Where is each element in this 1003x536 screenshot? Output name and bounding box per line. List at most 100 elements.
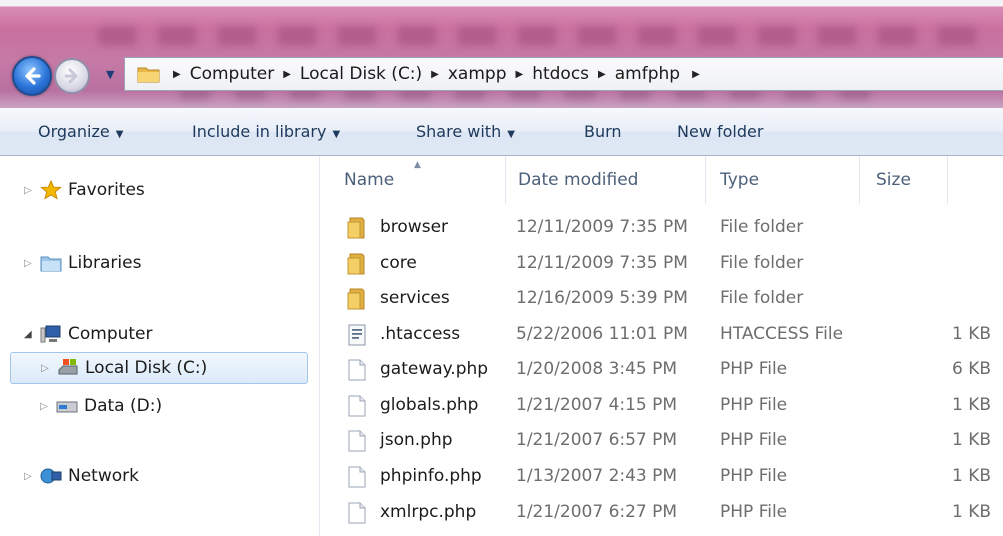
new-folder-button[interactable]: New folder bbox=[677, 122, 763, 141]
expand-triangle-icon[interactable]: ▷ bbox=[24, 471, 40, 482]
document-icon bbox=[346, 501, 368, 525]
back-arrow-icon bbox=[25, 67, 41, 85]
breadcrumb-item-xampp[interactable]: ▶ xampp bbox=[422, 64, 506, 84]
file-type: File folder bbox=[720, 217, 804, 237]
table-row[interactable]: gateway.php 1/20/2008 3:45 PM PHP File 6 KB bbox=[320, 353, 1003, 387]
expand-triangle-icon[interactable]: ▷ bbox=[41, 363, 57, 374]
file-size: 1 KB bbox=[951, 502, 991, 522]
file-date-modified: 5/22/2006 11:01 PM bbox=[516, 324, 688, 344]
column-header-name[interactable]: Name bbox=[320, 156, 506, 204]
window-titlebar bbox=[0, 0, 1003, 108]
address-bar[interactable]: ▶ Computer ▶ Local Disk (C:) ▶ xampp ▶ h… bbox=[124, 57, 1003, 91]
breadcrumb-item-amfphp[interactable]: ▶ amfphp ▶ bbox=[589, 64, 709, 84]
document-icon bbox=[346, 465, 368, 489]
nav-item-favorites[interactable]: ▷ Favorites bbox=[24, 174, 145, 206]
file-date-modified: 1/21/2007 4:15 PM bbox=[516, 395, 678, 415]
breadcrumb-chevron-icon[interactable]: ▶ bbox=[598, 69, 606, 80]
column-header-date-modified[interactable]: Date modified bbox=[506, 156, 706, 204]
breadcrumb-chevron-icon[interactable]: ▶ bbox=[283, 69, 291, 80]
expand-triangle-icon[interactable]: ▷ bbox=[24, 258, 40, 269]
breadcrumb-chevron-icon[interactable]: ▶ bbox=[431, 69, 439, 80]
file-type: PHP File bbox=[720, 502, 788, 522]
burn-button[interactable]: Burn bbox=[584, 122, 622, 141]
file-size: 1 KB bbox=[951, 324, 991, 344]
file-size: 1 KB bbox=[951, 430, 991, 450]
include-in-library-button[interactable]: Include in library ▼ bbox=[192, 122, 340, 141]
expand-triangle-icon[interactable]: ▷ bbox=[40, 401, 56, 412]
file-date-modified: 12/11/2009 7:35 PM bbox=[516, 217, 688, 237]
nav-item-data-disk[interactable]: ▷ Data (D:) bbox=[40, 390, 162, 422]
command-toolbar: Organize ▼ Include in library ▼ Share with… bbox=[0, 108, 1003, 156]
collapse-triangle-icon[interactable]: ◢ bbox=[24, 329, 40, 340]
file-size: 6 KB bbox=[951, 359, 991, 379]
breadcrumb-chevron-icon[interactable]: ▶ bbox=[692, 69, 700, 80]
file-name[interactable]: browser bbox=[380, 217, 448, 237]
file-list: Name Date modified Type Size browser 12/1… bbox=[320, 156, 1003, 536]
file-type: PHP File bbox=[720, 466, 788, 486]
file-name[interactable]: services bbox=[380, 288, 450, 308]
table-row[interactable]: .htaccess 5/22/2006 11:01 PM HTACCESS File… bbox=[320, 318, 1003, 352]
local-disk-icon bbox=[58, 359, 78, 375]
dropdown-arrow-icon: ▼ bbox=[507, 129, 515, 140]
star-icon bbox=[40, 180, 62, 200]
file-date-modified: 1/20/2008 3:45 PM bbox=[516, 359, 678, 379]
file-type: HTACCESS File bbox=[720, 324, 844, 344]
table-row[interactable]: browser 12/11/2009 7:35 PM File folder bbox=[320, 211, 1003, 245]
back-button[interactable] bbox=[12, 56, 52, 96]
organize-button[interactable]: Organize ▼ bbox=[38, 122, 123, 141]
nav-item-network[interactable]: ▷ Network bbox=[24, 460, 139, 492]
libraries-icon bbox=[40, 256, 62, 272]
file-size: 1 KB bbox=[951, 395, 991, 415]
config-file-icon bbox=[346, 323, 368, 347]
table-row[interactable]: phpinfo.php 1/13/2007 2:43 PM PHP File 1 KB bbox=[320, 460, 1003, 494]
breadcrumb-item-computer[interactable]: ▶ Computer bbox=[169, 64, 274, 84]
drive-icon bbox=[56, 401, 78, 413]
file-type: PHP File bbox=[720, 395, 788, 415]
recent-pages-chevron-icon[interactable]: ▼ bbox=[106, 68, 120, 82]
file-type: PHP File bbox=[720, 430, 788, 450]
nav-item-libraries[interactable]: ▷ Libraries bbox=[24, 247, 141, 279]
breadcrumb-item-local-disk[interactable]: ▶ Local Disk (C:) bbox=[274, 64, 422, 84]
file-date-modified: 1/21/2007 6:57 PM bbox=[516, 430, 678, 450]
file-type: PHP File bbox=[720, 359, 788, 379]
dropdown-arrow-icon: ▼ bbox=[332, 129, 341, 140]
nav-item-computer[interactable]: ◢ Computer bbox=[24, 318, 153, 350]
sort-ascending-icon: ▲ bbox=[414, 160, 421, 170]
file-name[interactable]: core bbox=[380, 253, 417, 273]
breadcrumb-chevron-icon[interactable]: ▶ bbox=[516, 69, 524, 80]
file-type: File folder bbox=[720, 253, 804, 273]
document-icon bbox=[346, 358, 368, 382]
dropdown-arrow-icon: ▼ bbox=[115, 129, 124, 140]
share-with-button[interactable]: Share with ▼ bbox=[416, 122, 515, 141]
file-name[interactable]: gateway.php bbox=[380, 359, 488, 379]
folder-icon bbox=[346, 216, 368, 240]
file-size: 1 KB bbox=[951, 466, 991, 486]
file-name[interactable]: globals.php bbox=[380, 395, 478, 415]
forward-button[interactable] bbox=[54, 58, 90, 94]
file-name[interactable]: xmlrpc.php bbox=[380, 502, 476, 522]
file-date-modified: 12/16/2009 5:39 PM bbox=[516, 288, 688, 308]
document-icon bbox=[346, 429, 368, 453]
column-header-type[interactable]: Type bbox=[706, 156, 860, 204]
folder-icon bbox=[346, 287, 368, 311]
table-row[interactable]: core 12/11/2009 7:35 PM File folder bbox=[320, 247, 1003, 281]
breadcrumb-item-htdocs[interactable]: ▶ htdocs bbox=[507, 64, 590, 84]
computer-icon bbox=[40, 325, 61, 343]
file-name[interactable]: json.php bbox=[380, 430, 453, 450]
table-row[interactable]: services 12/16/2009 5:39 PM File folder bbox=[320, 282, 1003, 316]
file-type: File folder bbox=[720, 288, 804, 308]
column-header-size[interactable]: Size bbox=[860, 156, 948, 204]
table-row[interactable]: globals.php 1/21/2007 4:15 PM PHP File 1 KB bbox=[320, 389, 1003, 423]
file-date-modified: 12/11/2009 7:35 PM bbox=[516, 253, 688, 273]
breadcrumb-chevron-icon[interactable]: ▶ bbox=[173, 69, 181, 80]
file-date-modified: 1/21/2007 6:27 PM bbox=[516, 502, 678, 522]
navigation-pane: ▷ Favorites ▷ Libraries ◢ Computer ▷ Loc… bbox=[0, 156, 320, 536]
nav-item-local-disk[interactable]: ▷ Local Disk (C:) bbox=[10, 352, 308, 384]
file-name[interactable]: phpinfo.php bbox=[380, 466, 482, 486]
table-row[interactable]: xmlrpc.php 1/21/2007 6:27 PM PHP File 1 KB bbox=[320, 496, 1003, 530]
expand-triangle-icon[interactable]: ▷ bbox=[24, 185, 40, 196]
network-icon bbox=[40, 468, 62, 484]
table-row[interactable]: json.php 1/21/2007 6:57 PM PHP File 1 KB bbox=[320, 424, 1003, 458]
folder-icon bbox=[346, 252, 368, 276]
file-name[interactable]: .htaccess bbox=[380, 324, 460, 344]
